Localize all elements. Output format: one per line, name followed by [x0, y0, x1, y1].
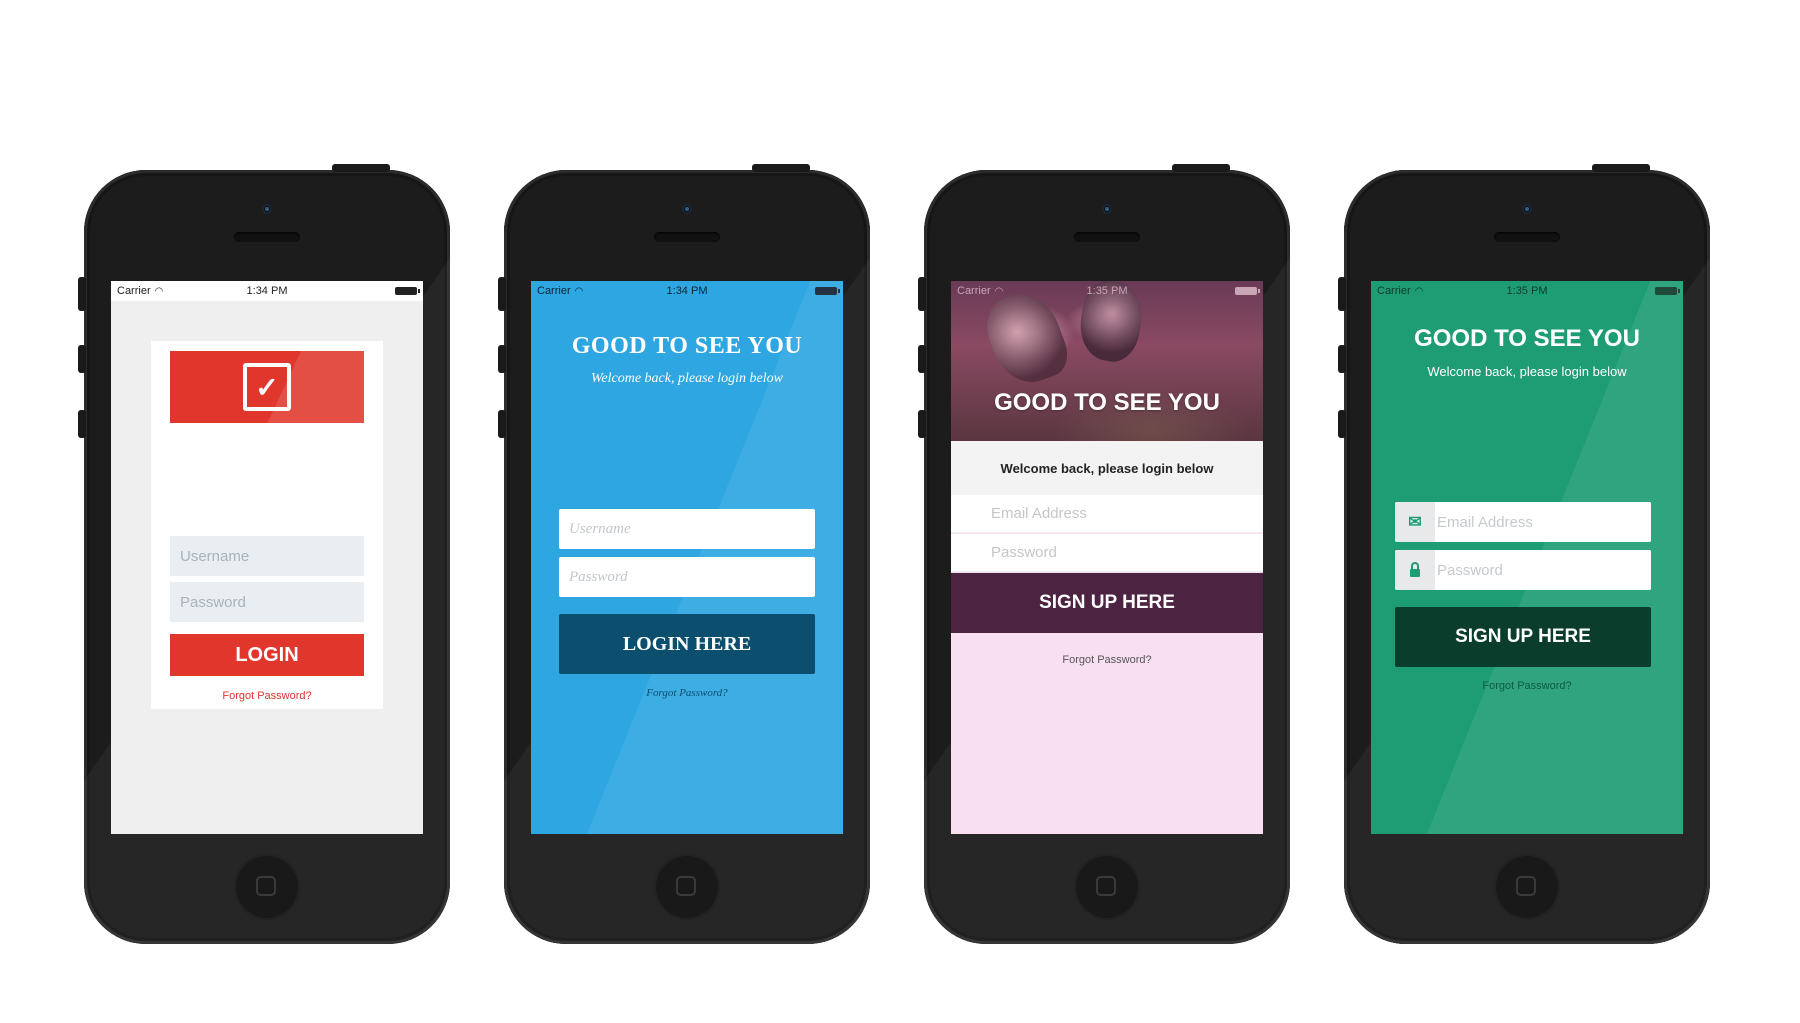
- status-time: 1:35 PM: [1506, 285, 1548, 297]
- username-input[interactable]: [170, 536, 364, 576]
- lock-icon: [1395, 550, 1435, 590]
- phone-1-screen: Carrier◠ 1:34 PM ✓ LOGIN Forgot Password…: [111, 281, 423, 834]
- power-button: [1592, 164, 1650, 172]
- status-bar: Carrier ◠ 1:34 PM: [531, 281, 843, 301]
- home-button: [654, 854, 720, 920]
- status-bar: Carrier ◠ 1:34 PM: [111, 281, 423, 301]
- password-field[interactable]: [1395, 550, 1651, 590]
- phone-2-device: Carrier ◠ 1:34 PM GOOD TO SEE YOU Welcome…: [498, 164, 870, 944]
- status-bar: Carrier ◠ 1:35 PM: [1371, 281, 1683, 301]
- volume-down-button: [498, 410, 506, 438]
- envelope-icon: ✉: [1395, 502, 1435, 542]
- battery-icon: [815, 287, 840, 295]
- earpiece-speaker: [654, 232, 720, 242]
- phone-2-screen: Carrier ◠ 1:34 PM GOOD TO SEE YOU Welcome…: [531, 281, 843, 834]
- mute-switch: [1338, 277, 1346, 311]
- forgot-password-link[interactable]: Forgot Password?: [1371, 680, 1683, 692]
- email-field[interactable]: ✉: [1395, 502, 1651, 542]
- home-button: [1074, 854, 1140, 920]
- phone-3-device: Carrier ◠ 1:35 PM GOOD TO SEE YOU Welcome…: [918, 164, 1290, 944]
- phone-3-screen: Carrier ◠ 1:35 PM GOOD TO SEE YOU Welcome…: [951, 281, 1263, 834]
- power-button: [752, 164, 810, 172]
- signup-button[interactable]: SIGN UP HERE: [1395, 607, 1651, 667]
- volume-up-button: [1338, 345, 1346, 373]
- earpiece-speaker: [234, 232, 300, 242]
- email-input[interactable]: [951, 495, 1263, 533]
- volume-up-button: [78, 345, 86, 373]
- login-button[interactable]: LOGIN: [170, 634, 364, 676]
- front-camera: [1522, 204, 1532, 214]
- check-icon: ✓: [243, 363, 291, 411]
- battery-icon: [1235, 287, 1260, 295]
- volume-down-button: [78, 410, 86, 438]
- power-button: [1172, 164, 1230, 172]
- volume-up-button: [498, 345, 506, 373]
- mute-switch: [78, 277, 86, 311]
- hero-photo: [951, 281, 1263, 441]
- home-button: [1494, 854, 1560, 920]
- greeting-subtitle: Welcome back, please login below: [1427, 364, 1627, 379]
- password-input[interactable]: [951, 534, 1263, 572]
- password-input[interactable]: [559, 557, 815, 597]
- forgot-password-link[interactable]: Forgot Password?: [531, 687, 843, 699]
- signup-button[interactable]: SIGN UP HERE: [951, 573, 1263, 633]
- greeting-subtitle: Welcome back, please login below: [591, 371, 783, 386]
- greeting-title: GOOD TO SEE YOU: [1414, 325, 1640, 352]
- greeting-title: GOOD TO SEE YOU: [994, 389, 1220, 416]
- battery-icon: [1655, 287, 1680, 295]
- username-input[interactable]: [559, 509, 815, 549]
- front-camera: [1102, 204, 1112, 214]
- forgot-password-link[interactable]: Forgot Password?: [951, 654, 1263, 666]
- volume-up-button: [918, 345, 926, 373]
- power-button: [332, 164, 390, 172]
- volume-down-button: [918, 410, 926, 438]
- greeting-subtitle: Welcome back, please login below: [951, 441, 1263, 495]
- battery-icon: [395, 287, 420, 295]
- phone-1-device: Carrier◠ 1:34 PM ✓ LOGIN Forgot Password…: [78, 164, 450, 944]
- phone-4-screen: Carrier ◠ 1:35 PM GOOD TO SEE YOU Welcome…: [1371, 281, 1683, 834]
- status-time: 1:34 PM: [666, 285, 708, 297]
- earpiece-speaker: [1494, 232, 1560, 242]
- home-button: [234, 854, 300, 920]
- email-input[interactable]: [1435, 502, 1651, 542]
- status-time: 1:34 PM: [246, 285, 288, 297]
- mute-switch: [918, 277, 926, 311]
- forgot-password-link[interactable]: Forgot Password?: [151, 690, 383, 702]
- status-time: 1:35 PM: [1086, 285, 1128, 297]
- greeting-title: GOOD TO SEE YOU: [571, 333, 803, 359]
- password-input[interactable]: [1435, 550, 1651, 590]
- front-camera: [262, 204, 272, 214]
- front-camera: [682, 204, 692, 214]
- password-input[interactable]: [170, 582, 364, 622]
- earpiece-speaker: [1074, 232, 1140, 242]
- mute-switch: [498, 277, 506, 311]
- status-bar: Carrier ◠ 1:35 PM: [951, 281, 1263, 301]
- phone-4-device: Carrier ◠ 1:35 PM GOOD TO SEE YOU Welcome…: [1338, 164, 1710, 944]
- logo-banner: ✓: [170, 351, 364, 423]
- volume-down-button: [1338, 410, 1346, 438]
- login-card: ✓ LOGIN Forgot Password?: [151, 341, 383, 709]
- login-button[interactable]: LOGIN HERE: [559, 614, 815, 674]
